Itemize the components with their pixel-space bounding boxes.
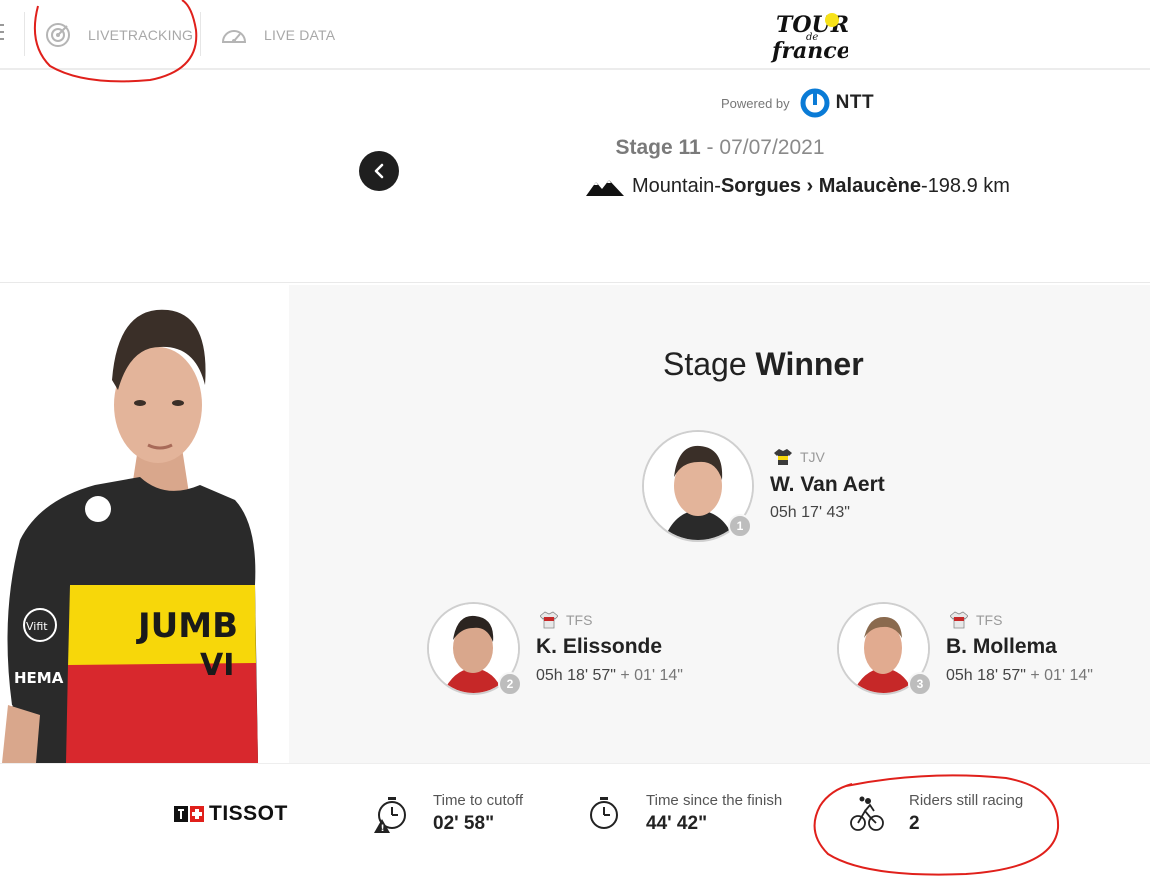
- tissot-text: TISSOT: [209, 802, 288, 825]
- rider-1-time: 05h 17' 43": [770, 504, 850, 522]
- stage-date: 07/07/2021: [719, 136, 825, 159]
- radar-icon: [46, 23, 70, 47]
- menu-icon[interactable]: [0, 24, 4, 45]
- nav-live-data-label: LIVE DATA: [264, 27, 336, 43]
- tissot-cross-icon: [174, 806, 204, 822]
- nav-live-data[interactable]: LIVE DATA: [220, 18, 335, 52]
- stage-route: Mountain - Sorgues › Malaucène - 198.9 k…: [586, 175, 1010, 198]
- ntt-logo: NTT: [800, 88, 874, 118]
- rider-1-team-code: TJV: [800, 449, 825, 465]
- section-title: Stage Winner: [663, 346, 864, 383]
- svg-text:france: france: [770, 38, 848, 64]
- speedometer-icon: [221, 30, 247, 43]
- svg-text:Vifit: Vifit: [26, 620, 48, 633]
- rider-2-team: TFS: [540, 611, 592, 629]
- rider-2-team-code: TFS: [566, 612, 593, 628]
- stat-value: 2: [909, 813, 920, 834]
- rider-3-time: 05h 18' 57" + 01' 14": [946, 667, 1093, 685]
- svg-text:!: !: [381, 824, 385, 834]
- stage-type: Mountain: [632, 175, 715, 197]
- stage-distance: 198.9 km: [927, 175, 1010, 197]
- nav-divider: [200, 12, 201, 56]
- svg-text:JUMB: JUMB: [136, 606, 238, 646]
- rider-3-team: TFS: [950, 611, 1002, 629]
- stat-value: 02' 58": [433, 813, 495, 834]
- rider-3-gap: + 01' 14": [1025, 667, 1093, 684]
- cyclists-icon: [850, 796, 884, 831]
- svg-text:HEMA: HEMA: [14, 669, 64, 687]
- powered-by-label: Powered by: [721, 95, 790, 111]
- ntt-logo-icon: [800, 88, 830, 118]
- stage-route-cities: Sorgues › Malaucène: [720, 175, 922, 197]
- nav-livetracking-label: LIVETRACKING: [88, 27, 194, 43]
- top-nav: LIVETRACKING LIVE DATA TOUR de france: [0, 0, 1150, 70]
- jersey-icon: [950, 611, 968, 629]
- jersey-icon: [540, 611, 558, 629]
- stopwatch-icon: [590, 797, 618, 829]
- jersey-icon: [774, 449, 792, 465]
- rider-1-team: TJV: [774, 448, 825, 466]
- stat-time-since-finish: Time since the finish 44' 42": [646, 792, 782, 835]
- svg-text:VI: VI: [200, 648, 234, 683]
- rider-2-time-value: 05h 18' 57": [536, 667, 616, 684]
- previous-stage-button[interactable]: [359, 151, 399, 191]
- stat-label: Time to cutoff: [433, 792, 524, 809]
- mountain-icon: [586, 179, 624, 196]
- divider: [0, 282, 1150, 283]
- rank-badge: 1: [728, 514, 752, 538]
- distance-separator: -: [921, 175, 928, 197]
- nav-livetracking[interactable]: LIVETRACKING: [44, 18, 193, 52]
- nav-divider: [24, 12, 25, 56]
- chevron-left-icon: [374, 163, 384, 179]
- tissot-logo: TISSOT: [174, 802, 288, 826]
- stat-label: Riders still racing: [909, 792, 1024, 809]
- route-separator: -: [714, 175, 721, 197]
- stat-riders-still-racing: Riders still racing 2: [909, 792, 1023, 835]
- rider-3-time-value: 05h 18' 57": [946, 667, 1026, 684]
- stage-number: Stage 11: [615, 136, 701, 159]
- stage-separator: -: [700, 136, 720, 159]
- rider-photo: JUMB VI Vifit HEMA: [2, 309, 258, 763]
- ntt-logo-text: NTT: [835, 92, 875, 113]
- rank-badge: 3: [908, 672, 932, 696]
- rider-3-team-code: TFS: [976, 612, 1003, 628]
- rider-1-time-value: 05h 17' 43": [770, 504, 850, 521]
- winner-portrait: JUMB VI Vifit HEMA: [0, 285, 289, 763]
- stopwatch-warning-icon: !: [374, 797, 406, 834]
- stat-label: Time since the finish: [646, 792, 783, 809]
- section-title-light: Stage: [663, 346, 756, 382]
- rider-1-name[interactable]: W. Van Aert: [770, 473, 885, 497]
- tour-de-france-logo[interactable]: TOUR de france: [768, 6, 848, 64]
- stat-time-to-cutoff: Time to cutoff 02' 58": [433, 792, 523, 835]
- rider-2-name[interactable]: K. Elissonde: [536, 635, 662, 659]
- rank-badge: 2: [498, 672, 522, 696]
- rider-2-gap: + 01' 14": [615, 667, 683, 684]
- stage-title: Stage 11 - 07/07/2021: [560, 136, 880, 160]
- rider-2-time: 05h 18' 57" + 01' 14": [536, 667, 683, 685]
- powered-by: Powered by NTT: [721, 88, 874, 118]
- section-title-bold: Winner: [755, 346, 864, 382]
- rider-3-name[interactable]: B. Mollema: [946, 635, 1057, 659]
- stat-value: 44' 42": [646, 813, 708, 834]
